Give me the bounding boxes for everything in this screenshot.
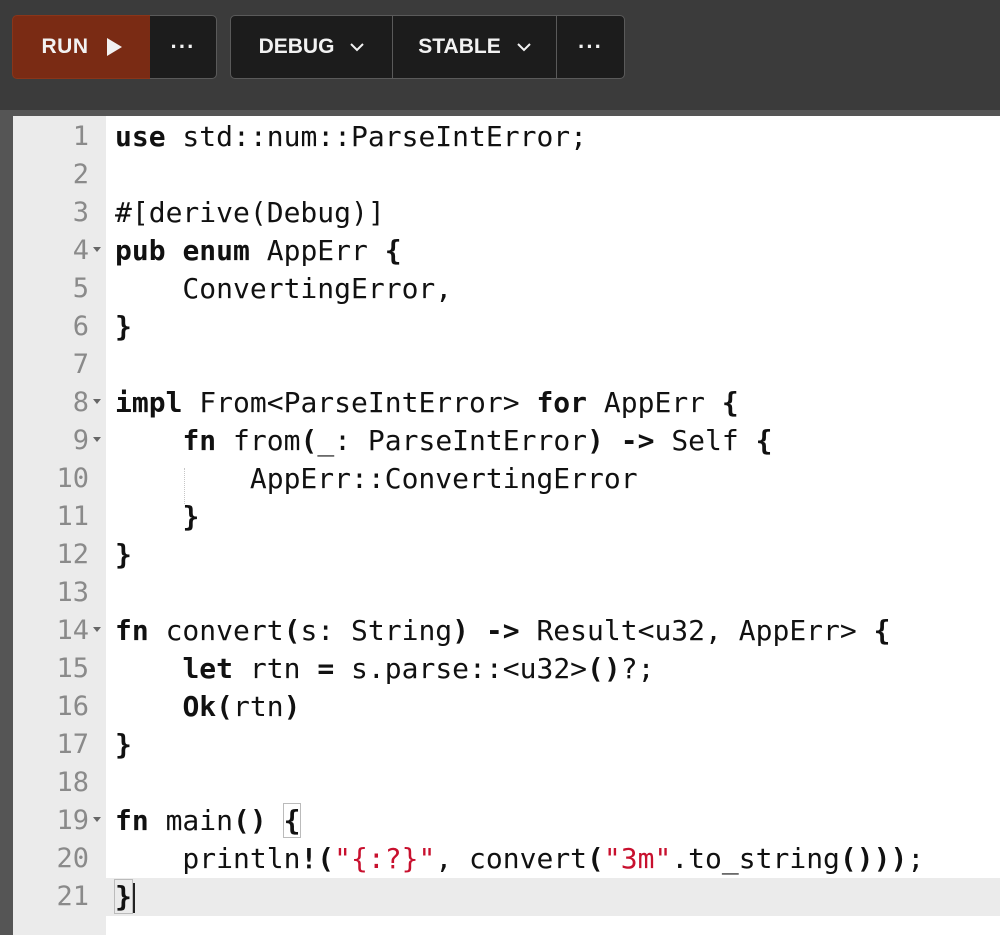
code-editor[interactable]: 1 use std::num::ParseIntError; 2 3 #[der… xyxy=(13,116,1000,935)
code-text: println!("{:?}", convert("3m".to_string(… xyxy=(115,842,925,875)
build-options-group: DEBUG STABLE ··· xyxy=(230,15,625,79)
line-number: 15 xyxy=(56,653,89,684)
line-number: 1 xyxy=(72,121,89,152)
build-mode-dropdown[interactable]: DEBUG xyxy=(231,16,393,78)
fold-arrow-icon[interactable] xyxy=(93,247,101,252)
code-line[interactable]: 18 xyxy=(13,764,1000,802)
code-line[interactable]: 2 xyxy=(13,156,1000,194)
code-line[interactable]: 15 let rtn = s.parse::<u32>()?; xyxy=(13,650,1000,688)
code-text: #[derive(Debug)] xyxy=(115,196,385,229)
code-text: AppErr::ConvertingError xyxy=(115,462,638,495)
line-number: 2 xyxy=(72,159,89,190)
line-number: 10 xyxy=(56,463,89,494)
run-label: RUN xyxy=(41,35,89,58)
line-number: 11 xyxy=(56,501,89,532)
code-line[interactable]: 8 impl From<ParseIntError> for AppErr { xyxy=(13,384,1000,422)
line-number: 21 xyxy=(56,881,89,912)
code-text: pub enum AppErr { xyxy=(115,234,402,267)
channel-dropdown[interactable]: STABLE xyxy=(393,16,557,78)
editor-panel: 1 use std::num::ParseIntError; 2 3 #[der… xyxy=(0,110,1000,935)
code-line[interactable]: 9 fn from(_: ParseIntError) -> Self { xyxy=(13,422,1000,460)
code-line[interactable]: 10 AppErr::ConvertingError xyxy=(13,460,1000,498)
line-number: 4 xyxy=(72,235,89,266)
code-text: } xyxy=(115,310,132,343)
code-text: fn main() { xyxy=(115,803,302,838)
code-line[interactable]: 1 use std::num::ParseIntError; xyxy=(13,118,1000,156)
code-text: fn convert(s: String) -> Result<u32, App… xyxy=(115,614,891,647)
line-number: 7 xyxy=(72,349,89,380)
line-number: 13 xyxy=(56,577,89,608)
line-number: 20 xyxy=(56,843,89,874)
code-line[interactable]: 5 ConvertingError, xyxy=(13,270,1000,308)
code-text: fn from(_: ParseIntError) -> Self { xyxy=(182,424,773,457)
code-text: } xyxy=(115,728,132,761)
channel-label: STABLE xyxy=(418,35,501,58)
line-number: 6 xyxy=(72,311,89,342)
line-number: 14 xyxy=(56,615,89,646)
more-icon: ··· xyxy=(578,34,603,59)
line-number: 12 xyxy=(56,539,89,570)
fold-arrow-icon[interactable] xyxy=(93,627,101,632)
run-options-button[interactable]: ··· xyxy=(150,15,217,79)
code-text: } xyxy=(115,538,132,571)
line-number: 5 xyxy=(72,273,89,304)
chevron-down-icon xyxy=(517,40,531,54)
code-text: ConvertingError, xyxy=(115,272,453,305)
toolbar: RUN ··· DEBUG STABLE ··· xyxy=(0,0,1000,110)
code-text: use std::num::ParseIntError; xyxy=(115,120,588,153)
code-line[interactable]: 16 Ok(rtn) xyxy=(13,688,1000,726)
code-line-active[interactable]: 21 } xyxy=(13,878,1000,916)
text-cursor xyxy=(132,883,135,913)
code-line[interactable]: 6 } xyxy=(13,308,1000,346)
play-icon xyxy=(106,38,122,56)
code-text: } xyxy=(182,500,200,533)
line-number: 17 xyxy=(56,729,89,760)
code-text: let rtn = s.parse::<u32>()?; xyxy=(182,652,655,685)
build-mode-label: DEBUG xyxy=(258,35,335,58)
fold-arrow-icon[interactable] xyxy=(93,399,101,404)
code-text: } xyxy=(114,878,135,916)
line-number: 16 xyxy=(56,691,89,722)
fold-arrow-icon[interactable] xyxy=(93,817,101,822)
code-line[interactable]: 3 #[derive(Debug)] xyxy=(13,194,1000,232)
line-number: 9 xyxy=(72,425,89,456)
code-line[interactable]: 4 pub enum AppErr { xyxy=(13,232,1000,270)
code-text: Ok(rtn) xyxy=(182,690,301,723)
code-line[interactable]: 13 xyxy=(13,574,1000,612)
run-button[interactable]: RUN xyxy=(12,15,151,79)
code-line[interactable]: 14 fn convert(s: String) -> Result<u32, … xyxy=(13,612,1000,650)
code-line[interactable]: 7 xyxy=(13,346,1000,384)
chevron-down-icon xyxy=(350,40,365,54)
code-line[interactable]: 20 println!("{:?}", convert("3m".to_stri… xyxy=(13,840,1000,878)
line-number: 3 xyxy=(72,197,89,228)
line-number: 8 xyxy=(72,387,89,418)
more-icon: ··· xyxy=(170,34,196,59)
more-options-button[interactable]: ··· xyxy=(557,16,624,78)
line-number: 19 xyxy=(56,805,89,836)
code-line[interactable]: 11 } xyxy=(13,498,1000,536)
code-text: impl From<ParseIntError> for AppErr { xyxy=(115,386,739,419)
line-number: 18 xyxy=(56,767,89,798)
code-line[interactable]: 12 } xyxy=(13,536,1000,574)
code-line[interactable]: 17 } xyxy=(13,726,1000,764)
fold-arrow-icon[interactable] xyxy=(93,437,101,442)
code-line[interactable]: 19 fn main() { xyxy=(13,802,1000,840)
